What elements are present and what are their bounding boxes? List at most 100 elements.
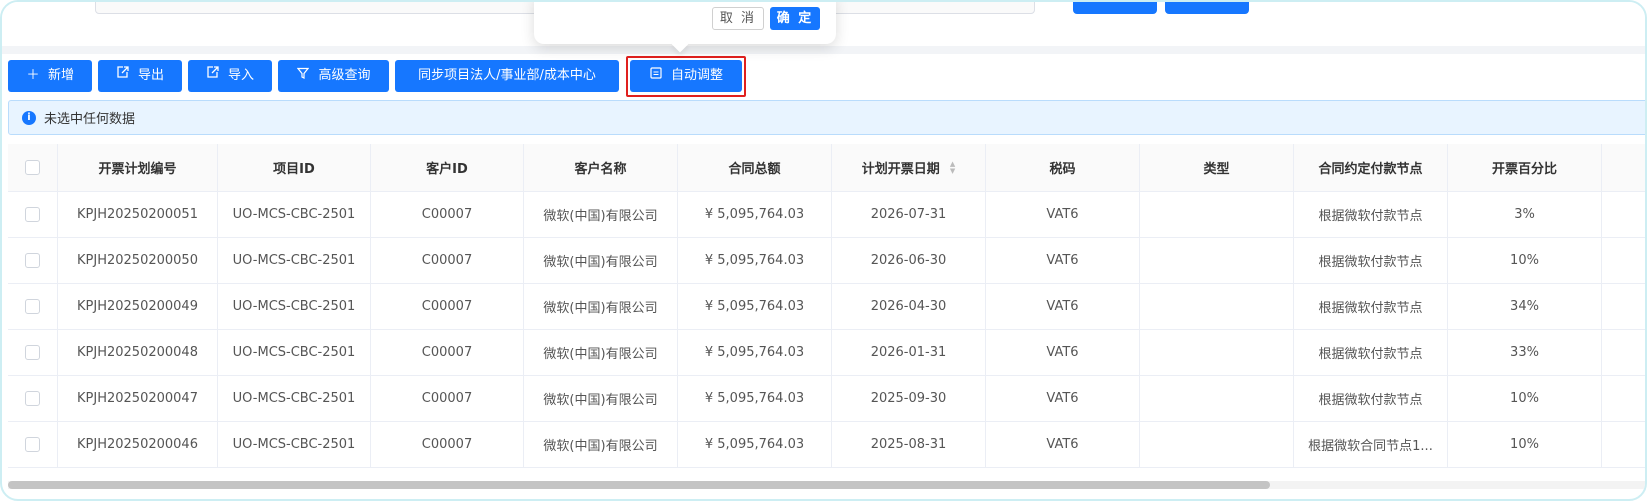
plan-date-cell: 2025-08-31	[832, 422, 986, 467]
row-checkbox[interactable]	[25, 437, 40, 452]
header-select-all-cell	[8, 144, 58, 191]
plan-date-cell: 2026-06-30	[832, 238, 986, 283]
horizontal-scrollbar-thumb[interactable]	[8, 481, 1270, 489]
search-button[interactable]	[1073, 2, 1157, 14]
header-plan-date[interactable]: 计划开票日期 ▲ ▼	[832, 144, 986, 191]
advanced-query-button-label: 高级查询	[318, 68, 371, 83]
table-row[interactable]: KPJH20250200050 UO-MCS-CBC-2501 C00007 微软(中…	[8, 238, 1645, 284]
import-button-label: 导入	[227, 68, 254, 83]
customer-id-cell: C00007	[371, 330, 524, 375]
popconfirm-ok-button[interactable]: 确 定	[770, 7, 820, 30]
customer-id-cell: C00007	[371, 422, 524, 467]
contract-total-cell: ¥ 5,095,764.03	[678, 330, 832, 375]
export-button[interactable]: 导出	[98, 60, 182, 92]
project-id-cell: UO-MCS-CBC-2501	[218, 376, 371, 421]
row-select-cell	[8, 422, 58, 467]
plan-no-cell: KPJH20250200051	[58, 192, 218, 237]
plan-no-cell: KPJH20250200050	[58, 238, 218, 283]
tax-code-cell: VAT6	[986, 238, 1140, 283]
export-button-label: 导出	[137, 68, 164, 83]
add-button[interactable]: ＋ 新增	[8, 60, 92, 92]
customer-name-cell: 微软(中国)有限公司	[524, 330, 678, 375]
row-checkbox[interactable]	[25, 299, 40, 314]
reset-button[interactable]	[1165, 2, 1249, 14]
contract-total-cell: ¥ 5,095,764.03	[678, 422, 832, 467]
contract-total-cell: ¥ 5,095,764.03	[678, 238, 832, 283]
divider	[2, 46, 1645, 54]
payment-node-cell: 根据微软付款节点	[1294, 330, 1448, 375]
header-customer-id[interactable]: 客户ID	[371, 144, 524, 191]
sort-icon[interactable]: ▲ ▼	[950, 160, 955, 175]
sync-button-label: 同步项目法人/事业部/成本中心	[418, 68, 596, 83]
tax-code-cell: VAT6	[986, 284, 1140, 329]
extra-cell	[1602, 422, 1645, 467]
project-id-cell: UO-MCS-CBC-2501	[218, 330, 371, 375]
header-customer-name[interactable]: 客户名称	[524, 144, 678, 191]
extra-cell	[1602, 192, 1645, 237]
popconfirm: 取 消 确 定	[534, 2, 836, 53]
plan-no-cell: KPJH20250200049	[58, 284, 218, 329]
advanced-query-button[interactable]: 高级查询	[278, 60, 389, 92]
customer-name-cell: 微软(中国)有限公司	[524, 192, 678, 237]
header-project-id[interactable]: 项目ID	[218, 144, 371, 191]
popconfirm-cancel-button[interactable]: 取 消	[712, 7, 764, 30]
table-row[interactable]: KPJH20250200051 UO-MCS-CBC-2501 C00007 微软(中…	[8, 192, 1645, 238]
import-button[interactable]: 导入	[188, 60, 272, 92]
header-payment-node[interactable]: 合同约定付款节点	[1294, 144, 1448, 191]
header-contract-total[interactable]: 合同总额	[678, 144, 832, 191]
payment-node-cell: 根据微软付款节点	[1294, 284, 1448, 329]
project-id-cell: UO-MCS-CBC-2501	[218, 422, 371, 467]
select-all-checkbox[interactable]	[25, 160, 40, 175]
row-checkbox[interactable]	[25, 345, 40, 360]
filter-icon	[296, 60, 310, 92]
invoice-percent-cell: 10%	[1448, 238, 1602, 283]
customer-id-cell: C00007	[371, 376, 524, 421]
table-row[interactable]: KPJH20250200046 UO-MCS-CBC-2501 C00007 微软(中…	[8, 422, 1645, 468]
plan-date-cell: 2025-09-30	[832, 376, 986, 421]
customer-id-cell: C00007	[371, 238, 524, 283]
plan-no-cell: KPJH20250200046	[58, 422, 218, 467]
header-type[interactable]: 类型	[1140, 144, 1294, 191]
plan-date-cell: 2026-04-30	[832, 284, 986, 329]
table-row[interactable]: KPJH20250200048 UO-MCS-CBC-2501 C00007 微软(中…	[8, 330, 1645, 376]
tax-code-cell: VAT6	[986, 192, 1140, 237]
sync-button[interactable]: 同步项目法人/事业部/成本中心	[395, 60, 619, 92]
project-id-cell: UO-MCS-CBC-2501	[218, 238, 371, 283]
table-row[interactable]: KPJH20250200047 UO-MCS-CBC-2501 C00007 微软(中…	[8, 376, 1645, 422]
type-cell	[1140, 376, 1294, 421]
add-button-label: 新增	[47, 68, 74, 83]
extra-cell	[1602, 284, 1645, 329]
row-select-cell	[8, 284, 58, 329]
plan-no-cell: KPJH20250200048	[58, 330, 218, 375]
plan-no-cell: KPJH20250200047	[58, 376, 218, 421]
extra-cell	[1602, 238, 1645, 283]
plan-date-cell: 2026-01-31	[832, 330, 986, 375]
type-cell	[1140, 192, 1294, 237]
header-plan-no[interactable]: 开票计划编号	[58, 144, 218, 191]
payment-node-cell: 根据微软付款节点	[1294, 238, 1448, 283]
highlight-box	[626, 56, 746, 97]
invoice-percent-cell: 10%	[1448, 422, 1602, 467]
row-checkbox[interactable]	[25, 207, 40, 222]
table-header-row: 开票计划编号 项目ID 客户ID 客户名称 合同总额 计划开票日期 ▲ ▼ 税码 …	[8, 144, 1645, 192]
project-id-cell: UO-MCS-CBC-2501	[218, 284, 371, 329]
invoice-percent-cell: 34%	[1448, 284, 1602, 329]
header-invoice-percent[interactable]: 开票百分比	[1448, 144, 1602, 191]
project-id-cell: UO-MCS-CBC-2501	[218, 192, 371, 237]
export-icon	[116, 60, 130, 92]
customer-name-cell: 微软(中国)有限公司	[524, 284, 678, 329]
selection-info-bar: i 未选中任何数据	[8, 100, 1645, 135]
header-plan-date-label: 计划开票日期	[861, 162, 940, 177]
contract-total-cell: ¥ 5,095,764.03	[678, 284, 832, 329]
header-tax-code[interactable]: 税码	[986, 144, 1140, 191]
table-row[interactable]: KPJH20250200049 UO-MCS-CBC-2501 C00007 微软(中…	[8, 284, 1645, 330]
row-select-cell	[8, 192, 58, 237]
row-checkbox[interactable]	[25, 391, 40, 406]
invoice-percent-cell: 10%	[1448, 376, 1602, 421]
type-cell	[1140, 330, 1294, 375]
row-checkbox[interactable]	[25, 253, 40, 268]
tax-code-cell: VAT6	[986, 376, 1140, 421]
customer-name-cell: 微软(中国)有限公司	[524, 238, 678, 283]
selection-info-text: 未选中任何数据	[44, 112, 136, 127]
extra-cell	[1602, 330, 1645, 375]
